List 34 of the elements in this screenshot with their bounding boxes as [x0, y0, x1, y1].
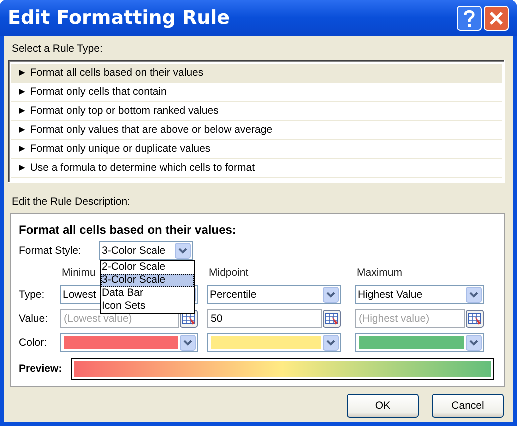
- preview-label: Preview:: [19, 363, 64, 375]
- cell-picker-icon[interactable]: [466, 310, 484, 328]
- row-label: Value:: [19, 312, 49, 324]
- column-heading: Midpoint: [209, 266, 249, 280]
- window-title: Edit Formatting Rule: [8, 7, 230, 29]
- type-dropdown[interactable]: Percentile: [207, 285, 341, 304]
- close-icon[interactable]: [484, 6, 509, 30]
- rule-type-item[interactable]: ► Format only cells that contain: [11, 83, 502, 102]
- value-field[interactable]: 50: [207, 309, 322, 328]
- dialog-button[interactable]: OK: [347, 394, 419, 418]
- dropdown-option[interactable]: Data Bar: [101, 287, 194, 300]
- rule-type-item[interactable]: ► Format only values that are above or below average: [11, 121, 502, 140]
- format-style-label: Format Style:: [19, 244, 82, 256]
- color-dropdown[interactable]: [207, 333, 341, 352]
- section-label: Select a Rule Type:: [12, 42, 104, 56]
- section-label: Edit the Rule Description:: [12, 195, 132, 209]
- rule-type-item[interactable]: ► Format only unique or duplicate values: [11, 140, 502, 159]
- dropdown-option[interactable]: 2-Color Scale: [101, 261, 194, 274]
- cell-picker-icon[interactable]: [323, 310, 341, 328]
- dialog-button[interactable]: Cancel: [432, 394, 504, 418]
- dropdown-option[interactable]: 3-Color Scale: [101, 274, 194, 287]
- description-heading: Format all cells based on their values:: [19, 222, 236, 238]
- help-icon[interactable]: [457, 6, 482, 30]
- rule-type-item[interactable]: ► Format only top or bottom ranked values: [11, 102, 502, 121]
- value-field[interactable]: (Highest value): [355, 309, 465, 328]
- color-dropdown[interactable]: [355, 333, 484, 352]
- row-label: Type:: [19, 288, 46, 300]
- column-heading: Maximum: [357, 266, 403, 280]
- rule-type-item[interactable]: ► Format all cells based on their values: [11, 64, 502, 83]
- rule-type-item[interactable]: ► Use a formula to determine which cells to format: [11, 159, 502, 178]
- row-label: Color:: [19, 336, 48, 348]
- type-dropdown[interactable]: Highest Value: [355, 285, 484, 304]
- column-heading: Minimu: [62, 266, 96, 280]
- color-dropdown[interactable]: [60, 333, 198, 352]
